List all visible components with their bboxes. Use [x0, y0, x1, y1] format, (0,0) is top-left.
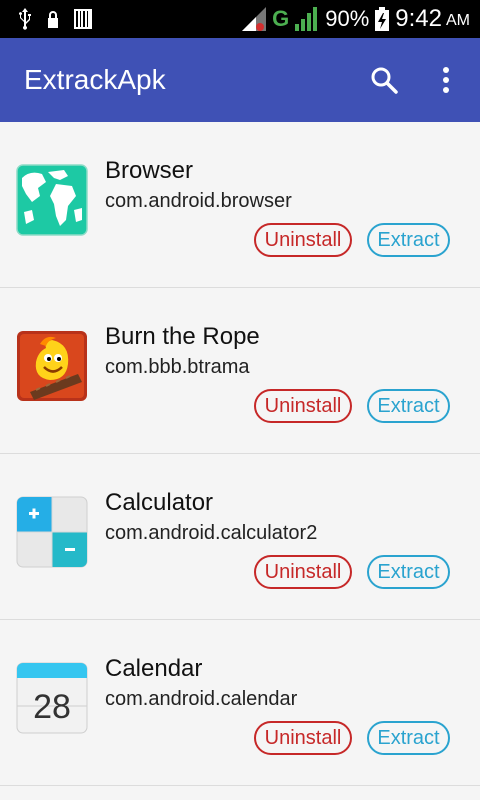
calculator-icon [16, 496, 88, 568]
list-item[interactable]: Calculator com.android.calculator2 Unins… [0, 454, 480, 620]
barcode-icon [74, 9, 92, 29]
usb-icon [19, 8, 31, 30]
status-left [18, 8, 92, 30]
app-bar: ExtrackApk [0, 38, 480, 122]
status-bar: G 90% 9:42 AM [0, 0, 480, 38]
uninstall-button[interactable]: Uninstall [254, 389, 352, 423]
list-item[interactable]: Browser com.android.browser Uninstall Ex… [0, 122, 480, 288]
app-name: Calculator [105, 489, 214, 516]
search-icon [371, 67, 398, 94]
battery-charging-icon [375, 7, 390, 31]
uninstall-button[interactable]: Uninstall [254, 555, 352, 589]
app-package: com.android.calendar [105, 688, 298, 710]
extract-button[interactable]: Extract [367, 555, 450, 589]
battery-percent: 90% [325, 6, 370, 31]
signal-strength-icon [295, 7, 318, 31]
search-button[interactable] [364, 60, 404, 100]
network-type-label: G [272, 6, 290, 31]
app-package: com.bbb.btrama [105, 356, 250, 378]
calendar-day-number: 28 [33, 688, 71, 726]
uninstall-button[interactable]: Uninstall [254, 721, 352, 755]
list-item[interactable]: 28 Calendar com.android.calendar Uninsta… [0, 620, 480, 786]
lock-icon [48, 11, 58, 28]
extract-button[interactable]: Extract [367, 389, 450, 423]
uninstall-button[interactable]: Uninstall [254, 223, 352, 257]
status-right: G 90% 9:42 AM [242, 4, 470, 34]
app-package: com.android.calculator2 [105, 522, 318, 544]
browser-globe-icon [16, 164, 88, 236]
app-name: Browser [105, 157, 194, 184]
app-list: Browser com.android.browser Uninstall Ex… [0, 122, 480, 786]
app-name: Burn the Rope [105, 323, 260, 350]
list-item[interactable]: Burn the Rope com.bbb.btrama Uninstall E… [0, 288, 480, 454]
app-title: ExtrackApk [24, 64, 166, 95]
burn-the-rope-icon [17, 331, 87, 401]
overflow-menu-button[interactable] [426, 60, 466, 100]
more-vert-icon [443, 67, 449, 93]
extract-button[interactable]: Extract [367, 223, 450, 257]
signal-icon [242, 7, 267, 31]
clock-ampm: AM [446, 12, 470, 29]
app-package: com.android.browser [105, 190, 292, 212]
app-name: Calendar [105, 655, 203, 682]
extract-button[interactable]: Extract [367, 721, 450, 755]
clock-time: 9:42 [395, 5, 442, 32]
calendar-icon: 28 [16, 662, 88, 734]
